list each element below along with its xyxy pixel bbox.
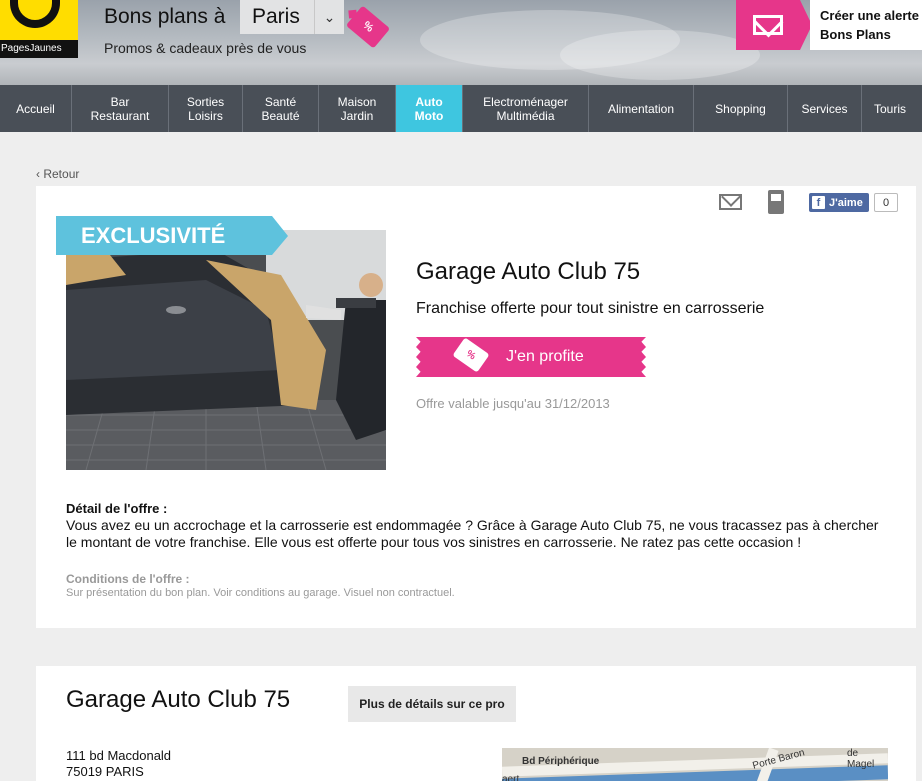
nav-item-sorties-loisirs[interactable]: Sorties Loisirs xyxy=(169,85,243,132)
nav-label: Alimentation xyxy=(607,101,675,116)
logo-text-strip: PagesJaunes xyxy=(0,40,78,58)
chevron-down-icon[interactable]: ⌄ xyxy=(314,0,344,34)
jen-profite-button[interactable]: % J'en profite xyxy=(416,337,646,377)
nav-item-auto-moto[interactable]: Auto Moto xyxy=(396,85,463,132)
offer-detail-text: Vous avez eu un accrochage et la carross… xyxy=(66,517,879,550)
logo-ring-shape xyxy=(10,0,60,28)
email-share-icon[interactable] xyxy=(719,194,742,210)
percent-tag-symbol: % xyxy=(360,19,376,35)
alert-line-1: Créer une alerte xyxy=(820,8,919,23)
car-painting-illustration xyxy=(66,230,386,470)
nav-label: Beauté xyxy=(261,108,300,123)
offer-card: f J'aime 0 EXCLUSIVITÉ Garage Auto Club … xyxy=(36,186,916,628)
nav-item-electromenager[interactable]: Electroménager Multimédia xyxy=(463,85,589,132)
facebook-like-button[interactable]: f J'aime xyxy=(809,193,869,212)
offer-conditions-heading: Conditions de l'offre : xyxy=(66,572,190,586)
header-title: Bons plans à xyxy=(104,5,226,28)
nav-item-shopping[interactable]: Shopping xyxy=(694,85,788,132)
nav-label: Maison xyxy=(337,94,377,109)
nav-label: Bar xyxy=(110,94,130,109)
facebook-icon: f xyxy=(812,196,825,209)
nav-item-sante-beaute[interactable]: Santé Beauté xyxy=(243,85,319,132)
nav-label: Touris xyxy=(874,101,907,116)
nav-label: Shopping xyxy=(715,101,766,116)
offer-subtitle: Franchise offerte pour tout sinistre en … xyxy=(416,300,765,317)
offer-validity: Offre valable jusqu'au 31/12/2013 xyxy=(416,396,610,411)
offer-conditions-text: Sur présentation du bon plan. Voir condi… xyxy=(66,587,455,599)
header-cloud xyxy=(560,30,760,80)
back-link[interactable]: ‹ Retour xyxy=(36,167,79,181)
category-nav: Accueil Bar Restaurant Sorties Loisirs San… xyxy=(0,85,922,132)
mobile-phone-icon[interactable] xyxy=(768,190,784,214)
nav-item-services[interactable]: Services xyxy=(788,85,862,132)
nav-label: Santé xyxy=(264,94,297,109)
percent-tag-icon: % xyxy=(452,337,490,373)
business-card: Garage Auto Club 75 Plus de détails sur … xyxy=(36,666,916,781)
nav-label: Accueil xyxy=(16,101,55,116)
business-name: Garage Auto Club 75 xyxy=(66,686,291,713)
nav-item-maison-jardin[interactable]: Maison Jardin xyxy=(319,85,396,132)
header-subtitle: Promos & cadeaux près de vous xyxy=(104,40,307,56)
cta-label: J'en profite xyxy=(506,348,584,365)
offer-photo xyxy=(66,230,386,470)
city-selector[interactable]: Paris ⌄ xyxy=(240,0,344,34)
nav-label: Services xyxy=(801,101,848,116)
nav-label: Moto xyxy=(414,108,444,123)
nav-label: Restaurant xyxy=(90,108,150,123)
map-label: aert xyxy=(502,774,520,781)
alert-line-2: Bons Plans xyxy=(820,27,891,42)
site-header: PagesJaunes Bons plans à Paris ⌄ % Promo… xyxy=(0,0,922,85)
create-alert-link[interactable]: Créer une alerte Bons Plans xyxy=(810,0,922,50)
location-map[interactable]: Bd Périphérique Porte Baron de Magel aer… xyxy=(502,748,888,781)
nav-item-tourisme[interactable]: Touris xyxy=(862,85,922,132)
logo-text: PagesJaunes xyxy=(1,43,62,54)
envelope-icon xyxy=(753,15,783,35)
city-value: Paris xyxy=(252,5,300,28)
nav-label: Sorties xyxy=(186,94,225,109)
percent-tag-symbol: % xyxy=(464,347,478,363)
nav-item-alimentation[interactable]: Alimentation xyxy=(589,85,694,132)
map-label: Bd Périphérique xyxy=(522,756,600,767)
address-street: 111 bd Macdonald xyxy=(66,748,172,763)
offer-title: Garage Auto Club 75 xyxy=(416,258,641,285)
chevron-left-icon: ‹ xyxy=(36,167,40,181)
more-details-button[interactable]: Plus de détails sur ce pro xyxy=(348,686,516,722)
facebook-like-label: J'aime xyxy=(829,196,863,209)
nav-label: Electroménager xyxy=(483,94,568,109)
percent-tag-icon: % xyxy=(345,5,391,49)
address-city: 75019 PARIS xyxy=(66,764,144,779)
back-link-label: Retour xyxy=(43,167,80,181)
nav-label: Auto xyxy=(415,94,443,109)
nav-label: Multimédia xyxy=(496,108,555,123)
map-label: de Magel xyxy=(847,748,875,770)
offer-detail-heading: Détail de l'offre : xyxy=(66,501,168,516)
facebook-like-count: 0 xyxy=(874,193,898,212)
nav-label: Loisirs xyxy=(188,108,223,123)
nav-item-bar-restaurant[interactable]: Bar Restaurant xyxy=(72,85,169,132)
exclusivity-badge: EXCLUSIVITÉ xyxy=(56,216,288,255)
alert-button[interactable] xyxy=(736,0,812,50)
nav-item-accueil[interactable]: Accueil xyxy=(0,85,72,132)
nav-label: Jardin xyxy=(340,108,374,123)
